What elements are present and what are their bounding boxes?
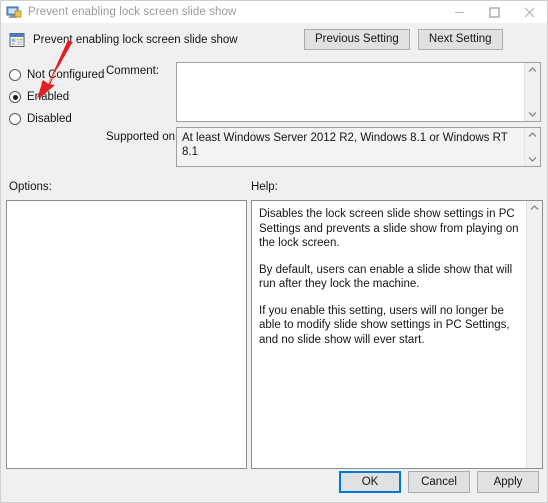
options-help-region: Options: Help: Disables the lock screen … bbox=[1, 176, 547, 469]
window-title: Prevent enabling lock screen slide show bbox=[28, 6, 237, 18]
radio-not-configured[interactable]: Not Configured bbox=[9, 64, 104, 86]
group-policy-setting-dialog: Prevent enabling lock screen slide show bbox=[0, 0, 548, 503]
comment-value bbox=[177, 63, 524, 121]
options-panel[interactable] bbox=[6, 200, 247, 469]
comment-scrollbar[interactable] bbox=[524, 63, 540, 121]
window-controls bbox=[442, 1, 547, 23]
footer-button-group: OK Cancel Apply bbox=[339, 471, 539, 493]
radio-not-configured-label: Not Configured bbox=[27, 69, 105, 81]
radio-disabled[interactable]: Disabled bbox=[9, 108, 104, 130]
scroll-down-icon[interactable] bbox=[525, 107, 540, 121]
help-scrollbar[interactable] bbox=[526, 201, 542, 468]
help-paragraph: If you enable this setting, users will n… bbox=[259, 304, 510, 346]
ok-button[interactable]: OK bbox=[339, 471, 401, 493]
policy-setting-icon bbox=[9, 32, 25, 48]
help-label: Help: bbox=[251, 181, 278, 193]
cancel-button[interactable]: Cancel bbox=[408, 471, 470, 493]
previous-setting-button[interactable]: Previous Setting bbox=[304, 29, 410, 50]
setting-navigation: Previous Setting Next Setting bbox=[304, 29, 503, 50]
state-and-metadata-region: Not Configured Enabled Disabled Comment: bbox=[1, 57, 547, 176]
supported-on-field: At least Windows Server 2012 R2, Windows… bbox=[176, 127, 541, 167]
scroll-down-icon[interactable] bbox=[525, 152, 540, 166]
supported-on-value: At least Windows Server 2012 R2, Windows… bbox=[182, 132, 508, 158]
minimize-icon[interactable] bbox=[442, 1, 477, 23]
help-content: Disables the lock screen slide show sett… bbox=[252, 201, 526, 468]
maximize-icon[interactable] bbox=[477, 1, 512, 23]
scroll-up-icon[interactable] bbox=[525, 128, 540, 142]
policy-state-radio-group: Not Configured Enabled Disabled bbox=[9, 64, 104, 130]
help-panel: Disables the lock screen slide show sett… bbox=[251, 200, 543, 469]
radio-enabled-label: Enabled bbox=[27, 91, 70, 103]
policy-header-band: Prevent enabling lock screen slide show … bbox=[1, 23, 547, 57]
comment-label: Comment: bbox=[106, 65, 160, 77]
scroll-up-icon[interactable] bbox=[525, 63, 540, 77]
close-icon[interactable] bbox=[512, 1, 547, 23]
title-bar: Prevent enabling lock screen slide show bbox=[1, 1, 547, 23]
next-setting-button[interactable]: Next Setting bbox=[417, 29, 503, 50]
supported-on-label: Supported on: bbox=[106, 131, 179, 143]
radio-enabled[interactable]: Enabled bbox=[9, 86, 104, 108]
comment-input[interactable] bbox=[176, 62, 541, 122]
scroll-up-icon[interactable] bbox=[527, 201, 542, 215]
dialog-footer: OK Cancel Apply bbox=[1, 462, 547, 502]
radio-disabled-indicator bbox=[9, 113, 21, 125]
help-paragraph: Disables the lock screen slide show sett… bbox=[259, 208, 519, 249]
policy-monitor-icon bbox=[6, 4, 22, 20]
radio-not-configured-indicator bbox=[9, 69, 21, 81]
policy-title: Prevent enabling lock screen slide show bbox=[33, 33, 238, 46]
radio-enabled-indicator bbox=[9, 91, 21, 103]
options-content bbox=[7, 201, 246, 468]
radio-disabled-label: Disabled bbox=[27, 113, 72, 125]
supported-on-scrollbar[interactable] bbox=[524, 128, 540, 166]
options-label: Options: bbox=[9, 181, 52, 193]
apply-button[interactable]: Apply bbox=[477, 471, 539, 493]
help-paragraph: By default, users can enable a slide sho… bbox=[259, 263, 513, 291]
